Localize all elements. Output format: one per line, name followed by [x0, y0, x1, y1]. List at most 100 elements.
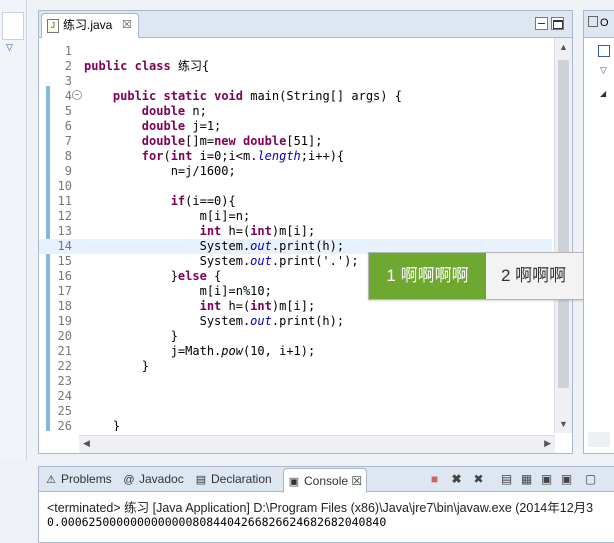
line-number: 18	[57, 299, 72, 313]
code-line[interactable]: 24	[39, 389, 552, 404]
code-keyword: if	[170, 194, 186, 208]
tab-javadoc[interactable]: @ Javadoc	[123, 467, 183, 491]
tab-console[interactable]: ▣ Console ☒	[283, 468, 368, 493]
line-number: 7	[64, 134, 72, 148]
code-line[interactable]: 2 public class 练习{	[39, 59, 552, 74]
vertical-scrollbar[interactable]: ▲ ▼	[554, 38, 572, 433]
code-text: double[]m=new double[51];	[84, 134, 323, 149]
code-token: }	[84, 269, 178, 283]
collapse-all-icon[interactable]	[598, 45, 610, 57]
view-menu-icon[interactable]: ▽	[600, 65, 607, 76]
code-area[interactable]: 1 2 public class 练习{3 4− public static void…	[39, 38, 552, 431]
code-text: public static void main(String[] args) {	[84, 89, 402, 104]
fold-toggle-icon[interactable]: −	[72, 90, 82, 100]
code-line[interactable]: 20 }	[39, 329, 552, 344]
code-line[interactable]: 1	[39, 44, 552, 59]
ime-candidate-popup: 1 啊啊啊啊 2 啊啊啊 3	[368, 252, 614, 300]
close-tab-icon[interactable]: ☒	[122, 14, 132, 36]
code-line[interactable]: 9 n=j/1600;	[39, 164, 552, 179]
code-line[interactable]: 11 if(i==0){	[39, 194, 552, 209]
code-text: }	[84, 419, 120, 431]
code-line[interactable]: 7 double[]m=new double[51];	[39, 134, 552, 149]
vertical-scroll-thumb[interactable]	[558, 60, 569, 388]
line-number: 1	[64, 44, 72, 58]
pin-console-icon[interactable]: ▣	[539, 472, 554, 487]
scroll-lock-icon[interactable]: ▦	[519, 472, 534, 487]
view-menu-icon[interactable]: ▽	[6, 42, 13, 53]
minimize-editor-button[interactable]	[535, 17, 548, 30]
code-keyword: class	[134, 59, 171, 73]
tab-declaration[interactable]: ▤ Declaration	[195, 467, 272, 491]
javadoc-icon: @	[123, 474, 135, 486]
code-line[interactable]: 3	[39, 74, 552, 89]
code-line[interactable]: 26 }	[39, 419, 552, 431]
code-token: length	[257, 149, 301, 163]
code-token: out	[250, 239, 272, 253]
tab-editor-file[interactable]: J 练习.java ☒	[41, 13, 139, 38]
code-token: System.	[84, 254, 251, 268]
remove-launch-icon[interactable]: ✖	[449, 472, 464, 487]
code-line[interactable]: 23	[39, 374, 552, 389]
tab-outline[interactable]: O	[588, 16, 609, 29]
code-line[interactable]: 19 System.out.print(h);	[39, 314, 552, 329]
code-keyword: static	[163, 89, 207, 103]
scroll-left-icon[interactable]: ◀	[83, 438, 90, 449]
code-text: j=Math.pow(10, i+1);	[84, 344, 316, 359]
terminate-icon[interactable]: ■	[427, 472, 442, 487]
horizontal-scrollbar[interactable]	[588, 432, 610, 447]
code-line[interactable]: 13 int h=(int)m[i];	[39, 224, 552, 239]
code-token: }	[84, 329, 178, 343]
code-line[interactable]: 22 }	[39, 359, 552, 374]
code-line[interactable]: 5 double n;	[39, 104, 552, 119]
code-line[interactable]: 6 double j=1;	[39, 119, 552, 134]
line-number: 3	[64, 74, 72, 88]
scroll-up-icon[interactable]: ▲	[559, 42, 568, 52]
code-token: n;	[185, 104, 207, 118]
scroll-down-icon[interactable]: ▼	[559, 419, 568, 429]
line-number: 15	[57, 254, 72, 268]
expand-icon[interactable]: ◢	[600, 89, 606, 98]
code-line[interactable]: 21 j=Math.pow(10, i+1);	[39, 344, 552, 359]
line-number: 10	[57, 179, 72, 193]
outline-tab-bar: O	[584, 11, 614, 38]
code-line[interactable]: 10	[39, 179, 552, 194]
java-file-icon: J	[47, 19, 59, 33]
minimized-view-icon[interactable]	[2, 12, 24, 40]
code-line[interactable]: 25	[39, 404, 552, 419]
code-line[interactable]: 8 for(int i=0;i<m.length;i++){	[39, 149, 552, 164]
line-number: 12	[57, 209, 72, 223]
code-line[interactable]: 4− public static void main(String[] args…	[39, 89, 552, 104]
code-keyword: int	[199, 299, 222, 313]
horizontal-scrollbar[interactable]: ◀ ▶	[79, 435, 555, 453]
tab-declaration-label: Declaration	[211, 472, 272, 486]
code-keyword: int	[199, 224, 222, 238]
ime-candidate-2[interactable]: 2 啊啊啊	[501, 253, 566, 299]
clear-console-icon[interactable]: ▤	[499, 472, 514, 487]
problems-icon: ⚠	[46, 474, 56, 486]
ime-candidate-1[interactable]: 1 啊啊啊啊	[369, 253, 486, 299]
open-console-icon[interactable]: ▢	[583, 472, 598, 487]
line-number: 13	[57, 224, 72, 238]
maximize-editor-button[interactable]	[551, 17, 564, 30]
code-line[interactable]: 18 int h=(int)m[i];	[39, 299, 552, 314]
outline-icon	[588, 16, 598, 27]
tab-label: 练习.java	[63, 18, 113, 32]
line-number: 8	[64, 149, 72, 163]
code-text: System.out.print(h);	[84, 314, 345, 329]
remove-all-launches-icon[interactable]: ✖	[471, 472, 486, 487]
tab-console-label: Console ☒	[304, 474, 363, 488]
display-console-icon[interactable]: ▣	[559, 472, 574, 487]
code-keyword: for	[141, 149, 164, 163]
scroll-right-icon[interactable]: ▶	[544, 438, 551, 449]
code-token: (i==0){	[185, 194, 236, 208]
line-number: 2	[64, 59, 72, 73]
code-token: j=Math.	[84, 344, 222, 358]
java-editor: J 练习.java ☒ 1 2 public class 练习{3 4− public…	[38, 10, 573, 454]
tab-problems[interactable]: ⚠ Problems	[45, 467, 112, 491]
console-status: <terminated> 练习 [Java Application] D:\Pr…	[47, 501, 594, 515]
code-text: }	[84, 329, 178, 344]
code-line[interactable]: 12 m[i]=n;	[39, 209, 552, 224]
console-view: ⚠ Problems @ Javadoc ▤ Declaration ▣ Console…	[38, 466, 614, 543]
